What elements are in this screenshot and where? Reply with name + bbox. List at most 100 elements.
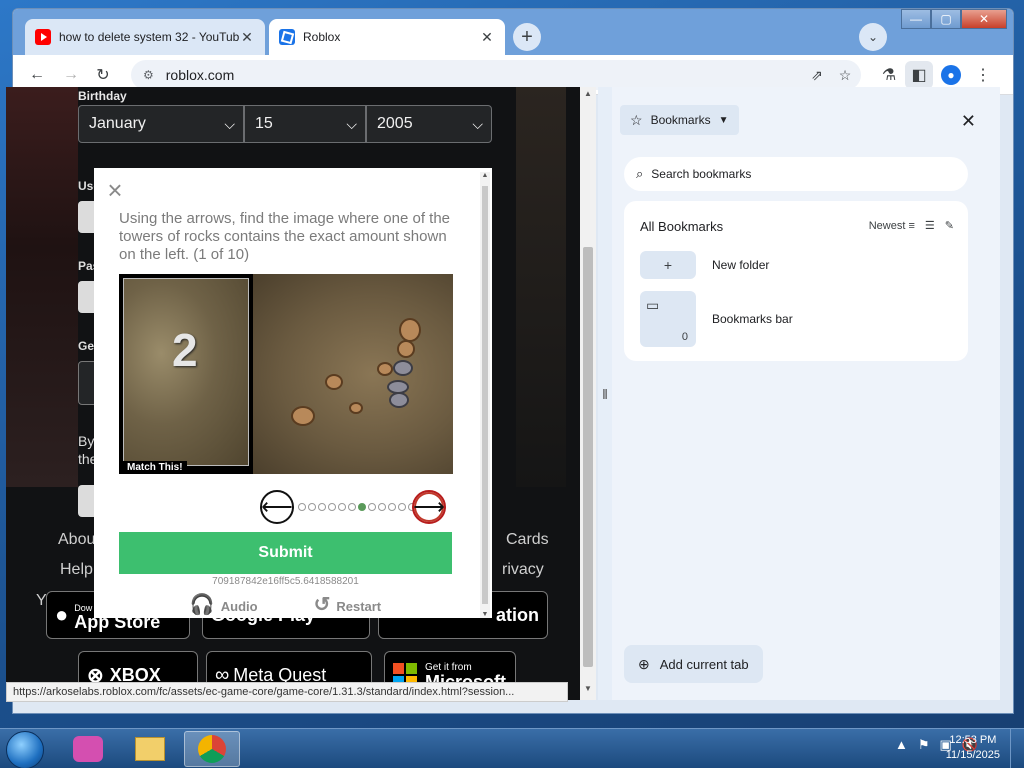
day-value: 15 (255, 115, 273, 132)
page-scrollbar[interactable]: ▲ ▼ (580, 87, 596, 700)
tab-roblox[interactable]: Roblox ✕ (269, 19, 505, 55)
progress-dot (368, 503, 376, 511)
add-current-tab-button[interactable]: ⊕ Add current tab (624, 645, 763, 683)
show-desktop-button[interactable] (1010, 729, 1024, 768)
audio-button[interactable]: 🎧 Audio (190, 592, 258, 617)
taskbar-app-game[interactable] (60, 731, 116, 767)
close-window-button[interactable]: ✕ (961, 9, 1007, 29)
progress-dot (298, 503, 306, 511)
side-panel-selector[interactable]: ☆ Bookmarks ▼ (620, 105, 739, 135)
avatar-icon: ● (941, 65, 961, 85)
taskbar: ▲ ⚑ ▣ 🔇 12:53 PM 11/15/2025 (0, 728, 1024, 768)
tab-search-button[interactable]: ⌄ (859, 23, 887, 51)
site-info-icon[interactable]: ⚙ (143, 68, 154, 82)
headphones-icon: 🎧 (189, 594, 215, 616)
scroll-down-icon[interactable]: ▼ (580, 684, 596, 698)
maximize-button[interactable]: ▢ (931, 9, 961, 29)
omnibox-actions: ⇗ ☆ (805, 64, 857, 86)
chevron-down-icon: ⌵ (224, 115, 235, 132)
reload-button[interactable]: ↻ (89, 61, 117, 89)
bookmarks-search-input[interactable]: ⌕ Search bookmarks (624, 157, 968, 191)
rock (397, 340, 415, 358)
star-icon[interactable]: ☆ (833, 64, 857, 86)
chevron-down-icon: ⌵ (346, 115, 357, 132)
year-select[interactable]: 2005 ⌵ (366, 105, 492, 143)
restart-button[interactable]: ↺ Restart (314, 592, 382, 617)
month-value: January (89, 115, 146, 132)
scroll-down-icon[interactable]: ▼ (480, 611, 490, 618)
forward-button[interactable]: → (57, 61, 85, 89)
footer-link-help[interactable]: Help (60, 561, 93, 579)
folder-icon (135, 737, 165, 761)
tab-youtube[interactable]: how to delete system 32 - YouTube ✕ (25, 19, 265, 55)
side-panel-resize-handle[interactable]: ‖ (598, 87, 612, 700)
clock[interactable]: 12:53 PM 11/15/2025 (946, 733, 1000, 763)
progress-dot (338, 503, 346, 511)
bookmark-item-bookmarks-bar[interactable]: ▭ 0 Bookmarks bar (640, 291, 793, 347)
restart-icon: ↺ (313, 594, 331, 616)
side-panel-icon[interactable]: ◧ (905, 61, 933, 89)
bookmark-label: Bookmarks bar (712, 312, 793, 326)
action-center-icon[interactable]: ⚑ (918, 737, 930, 753)
start-button[interactable] (6, 731, 44, 768)
menu-kebab-icon[interactable]: ⋮ (969, 61, 997, 89)
match-number: 2 (172, 324, 198, 376)
captcha-navigation: ⟵ ⟶ (260, 490, 452, 526)
minimize-button[interactable]: — (901, 9, 931, 29)
terms-text: By (78, 433, 95, 449)
bookmark-item-new-folder[interactable]: + New folder (640, 251, 769, 279)
scroll-up-icon[interactable]: ▲ (480, 172, 490, 179)
share-icon[interactable]: ⇗ (805, 64, 829, 86)
captcha-reference-image: 2 Match This! (119, 274, 253, 474)
match-this-label: Match This! (123, 461, 187, 474)
progress-dots (298, 503, 416, 511)
footer-link-about[interactable]: Abou (58, 531, 95, 549)
cat-app-icon (73, 736, 103, 762)
add-current-tab-label: Add current tab (659, 656, 749, 672)
profile-avatar[interactable]: ● (937, 61, 965, 89)
filter-icon: ≡ (908, 219, 915, 232)
scrollbar-thumb[interactable] (583, 247, 593, 667)
session-id: 709187842e16ff5c5.6418588201 (212, 576, 359, 587)
background-art-right (516, 87, 566, 487)
taskbar-app-explorer[interactable] (122, 731, 178, 767)
search-placeholder: Search bookmarks (651, 167, 752, 181)
submit-button[interactable]: Submit (119, 532, 452, 574)
captcha-instructions: Using the arrows, find the image where o… (119, 210, 451, 263)
plus-circle-icon: ⊕ (638, 655, 650, 672)
rock (377, 362, 393, 376)
progress-dot (388, 503, 396, 511)
sort-button[interactable]: Newest ≡ (869, 220, 915, 232)
tab-close-icon[interactable]: ✕ (239, 29, 255, 46)
footer-link-privacy[interactable]: rivacy (502, 561, 544, 579)
taskbar-app-chrome[interactable] (184, 731, 240, 767)
progress-dot (328, 503, 336, 511)
birthday-row: January ⌵ 15 ⌵ 2005 ⌵ (78, 105, 492, 143)
back-button[interactable]: ← (23, 61, 51, 89)
tab-strip: how to delete system 32 - YouTube ✕ Robl… (13, 9, 1013, 55)
arrow-left-icon: ⟵ (261, 494, 293, 519)
month-select[interactable]: January ⌵ (78, 105, 244, 143)
address-bar[interactable]: ⚙ roblox.com ⇗ ☆ (131, 60, 861, 90)
next-arrow-button[interactable]: ⟶ (412, 490, 446, 524)
captcha-scrollbar[interactable]: ▲ ▼ (480, 172, 490, 618)
background-art-left (6, 87, 78, 487)
footer-link-cards[interactable]: Cards (506, 531, 549, 549)
day-select[interactable]: 15 ⌵ (244, 105, 366, 143)
tab-close-icon[interactable]: ✕ (479, 29, 495, 46)
chrome-icon (198, 735, 226, 763)
scroll-up-icon[interactable]: ▲ (580, 89, 596, 103)
close-side-panel-icon[interactable]: ✕ (961, 111, 976, 132)
close-icon[interactable]: × (104, 177, 126, 203)
caret-down-icon: ▼ (718, 114, 729, 126)
all-bookmarks-title: All Bookmarks (640, 219, 724, 234)
prev-arrow-button[interactable]: ⟵ (260, 490, 294, 524)
extensions-icon[interactable]: ⚗ (875, 61, 903, 89)
new-tab-button[interactable]: + (513, 23, 541, 51)
scrollbar-thumb[interactable] (482, 186, 488, 604)
progress-dot (308, 503, 316, 511)
list-view-icon[interactable]: ☰ (925, 219, 935, 232)
tray-expand-icon[interactable]: ▲ (895, 737, 908, 753)
edit-pencil-icon[interactable]: ✎ (945, 219, 954, 232)
chevron-down-icon: ⌄ (867, 30, 879, 44)
